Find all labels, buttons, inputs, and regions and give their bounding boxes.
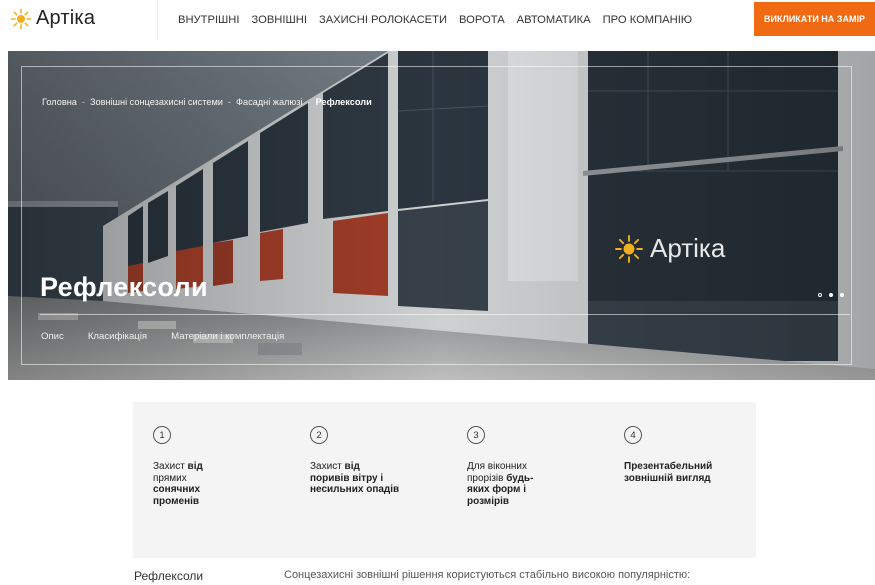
nav-item-external[interactable]: ЗОВНІШНІ	[252, 14, 307, 26]
logo-text: Артіка	[36, 7, 96, 29]
breadcrumb-separator: -	[227, 97, 231, 107]
feature-text-plain: прямих	[153, 472, 187, 484]
breadcrumb: Головна - Зовнішні сонцезахисні системи …	[42, 97, 372, 107]
feature-text: Для віконних прорізів будь-яких форм і р…	[467, 461, 555, 507]
feature-text-bold: від	[187, 461, 203, 472]
site-header: Артіка ВНУТРІШНІ ЗОВНІШНІ ЗАХИСНІ РОЛОКА…	[0, 0, 875, 40]
feature-item: 1 Захист від прямих сонячних променів	[153, 426, 263, 507]
feature-number: 3	[467, 426, 485, 444]
nav-item-internal[interactable]: ВНУТРІШНІ	[178, 14, 240, 26]
hero-banner: Головна - Зовнішні сонцезахисні системи …	[8, 51, 875, 380]
header-divider	[157, 0, 158, 40]
main-nav: ВНУТРІШНІ ЗОВНІШНІ ЗАХИСНІ РОЛОКАСЕТИ ВО…	[178, 14, 692, 26]
breadcrumb-home[interactable]: Головна	[42, 97, 77, 107]
slider-dot[interactable]	[840, 293, 844, 297]
tab-description[interactable]: Опис	[41, 331, 64, 342]
hero-frame	[21, 66, 852, 365]
hero-divider	[40, 314, 850, 315]
feature-text-plain: Захист	[153, 461, 188, 472]
nav-item-automation[interactable]: АВТОМАТИКА	[517, 14, 591, 26]
sun-logo-icon	[10, 8, 32, 29]
slider-dot[interactable]	[829, 293, 833, 297]
breadcrumb-separator: -	[307, 97, 311, 107]
watermark-text: Артіка	[650, 233, 726, 263]
feature-number: 2	[310, 426, 328, 444]
tab-materials[interactable]: Матеріали і комплектація	[171, 331, 284, 342]
breadcrumb-external-systems[interactable]: Зовнішні сонцезахисні системи	[90, 97, 223, 107]
nav-item-gates[interactable]: ВОРОТА	[459, 14, 505, 26]
logo[interactable]: Артіка	[10, 7, 95, 30]
request-measure-button[interactable]: ВИКЛИКАТИ НА ЗАМІР	[754, 2, 875, 36]
feature-text-bold: Презентабельний зовнішній вигляд	[624, 461, 713, 484]
tab-classification[interactable]: Класифікація	[88, 331, 147, 342]
feature-number: 4	[624, 426, 642, 444]
page-title: Рефлексоли	[40, 272, 208, 302]
breadcrumb-separator: -	[81, 97, 85, 107]
feature-item: 3 Для віконних прорізів будь-яких форм і…	[467, 426, 577, 507]
breadcrumb-facade-blinds[interactable]: Фасадні жалюзі	[236, 97, 303, 107]
breadcrumb-current: Рефлексоли	[315, 97, 372, 107]
nav-item-roller-shutters[interactable]: ЗАХИСНІ РОЛОКАСЕТИ	[319, 14, 447, 26]
section-tabs: Опис Класифікація Матеріали і комплектац…	[41, 331, 284, 342]
section-title: Рефлексоли	[134, 569, 204, 583]
feature-text: Презентабельний зовнішній вигляд	[624, 461, 744, 484]
feature-text-plain: Захист	[310, 461, 345, 472]
feature-item: 4 Презентабельний зовнішній вигляд	[624, 426, 734, 484]
slider-dot[interactable]	[818, 293, 822, 297]
feature-text-bold: сонячних променів	[153, 484, 201, 507]
features-panel: 1 Захист від прямих сонячних променів 2 …	[133, 402, 756, 558]
hero-watermark-logo: Артіка	[614, 233, 725, 264]
feature-item: 2 Захист від поривів вітру і несильних о…	[310, 426, 420, 496]
feature-number: 1	[153, 426, 171, 444]
section-intro-text: Сонцезахисні зовнішні рішення користують…	[284, 569, 691, 581]
sun-logo-icon	[615, 234, 643, 263]
slider-dots	[818, 293, 844, 297]
feature-text: Захист від поривів вітру і несильних опа…	[310, 461, 402, 496]
feature-text: Захист від прямих сонячних променів	[153, 461, 215, 507]
nav-item-about[interactable]: ПРО КОМПАНІЮ	[603, 14, 692, 26]
